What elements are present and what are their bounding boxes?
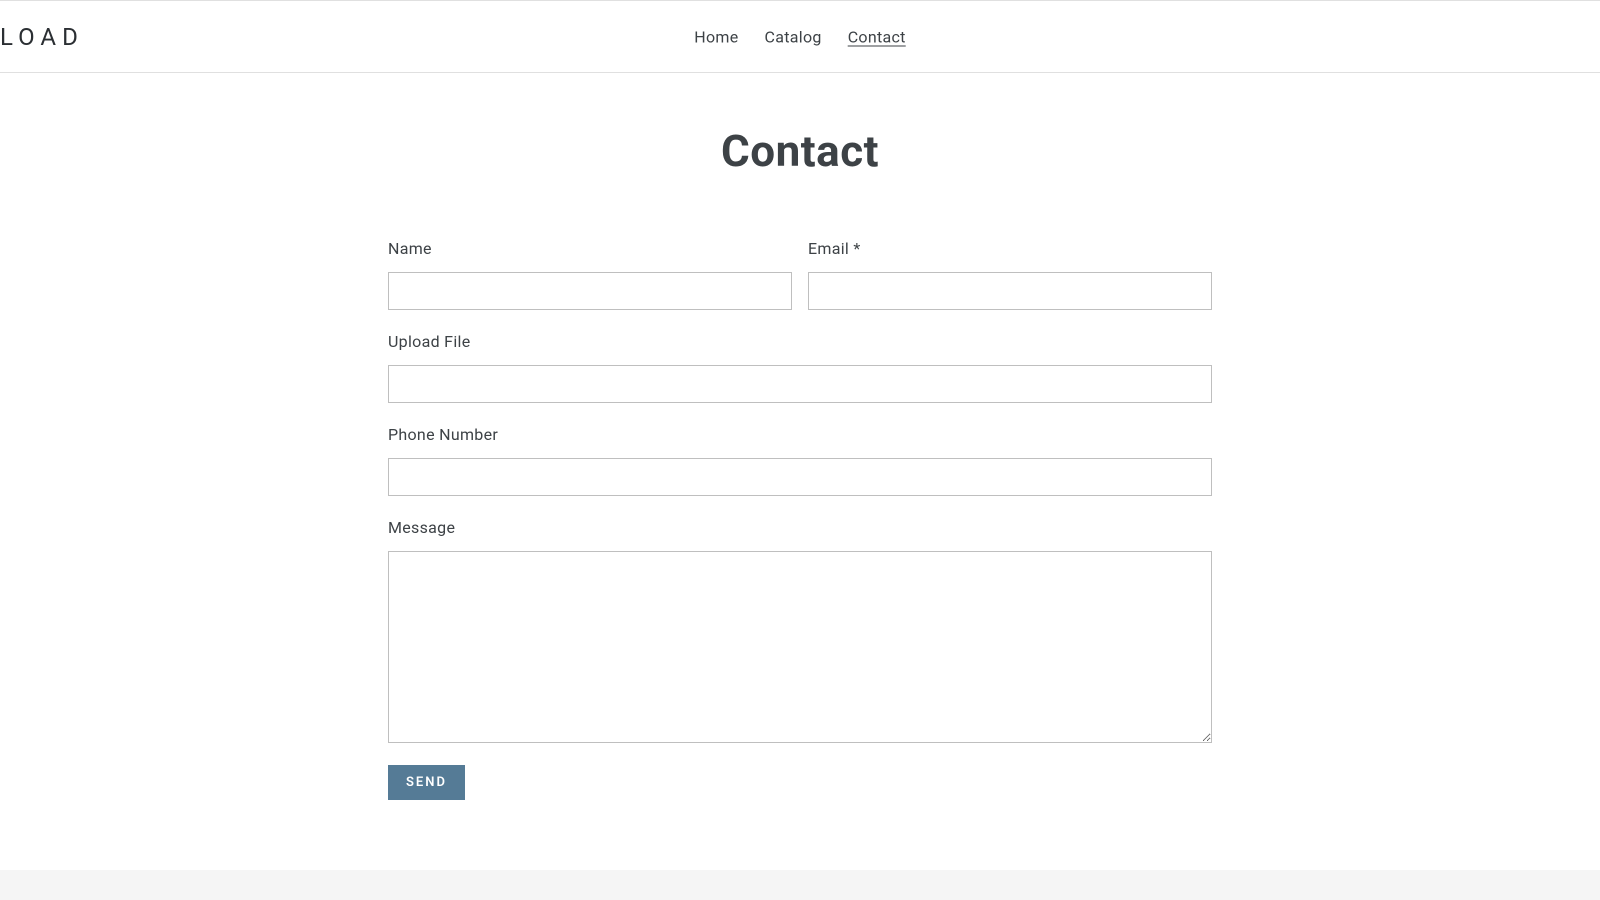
phone-label: Phone Number xyxy=(388,425,1212,444)
name-group: Name xyxy=(388,239,792,310)
send-button[interactable]: SEND xyxy=(388,765,465,800)
email-group: Email * xyxy=(808,239,1212,310)
site-brand: LOAD xyxy=(0,23,84,51)
phone-input[interactable] xyxy=(388,458,1212,496)
phone-group: Phone Number xyxy=(388,425,1212,496)
nav-home[interactable]: Home xyxy=(694,27,738,46)
nav-catalog[interactable]: Catalog xyxy=(765,27,822,46)
contact-form: Name Email * Upload File Phone Number Me… xyxy=(388,239,1212,800)
email-label: Email * xyxy=(808,239,1212,258)
nav-contact[interactable]: Contact xyxy=(848,27,906,46)
name-input[interactable] xyxy=(388,272,792,310)
email-input[interactable] xyxy=(808,272,1212,310)
upload-file-input[interactable] xyxy=(388,365,1212,403)
message-label: Message xyxy=(388,518,1212,537)
footer-area xyxy=(0,870,1600,900)
main-nav: Home Catalog Contact xyxy=(694,27,905,46)
upload-group: Upload File xyxy=(388,332,1212,403)
site-header: LOAD Home Catalog Contact xyxy=(0,1,1600,73)
main-content: Contact Name Email * Upload File Phone N… xyxy=(388,73,1212,800)
page-title: Contact xyxy=(388,125,1212,177)
message-textarea[interactable] xyxy=(388,551,1212,743)
upload-label: Upload File xyxy=(388,332,1212,351)
name-label: Name xyxy=(388,239,792,258)
message-group: Message xyxy=(388,518,1212,743)
